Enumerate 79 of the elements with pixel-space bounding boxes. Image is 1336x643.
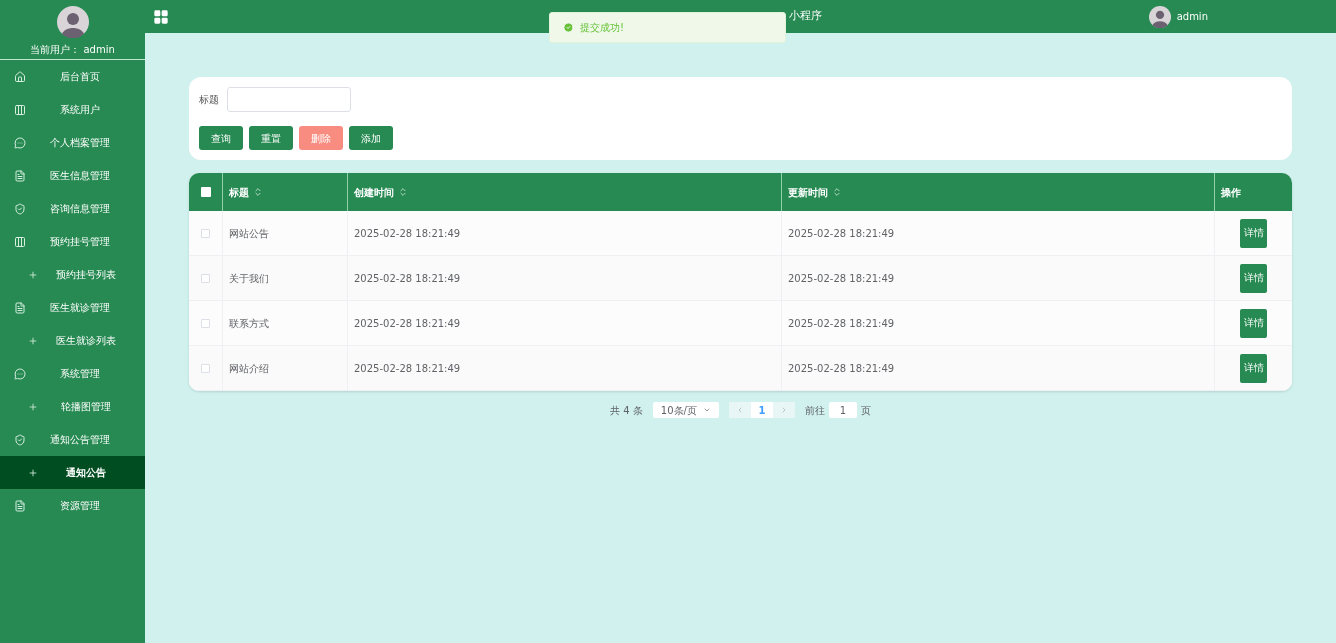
- row-checkbox[interactable]: [201, 318, 210, 328]
- sort-icon[interactable]: [253, 187, 263, 197]
- sort-icon[interactable]: [398, 187, 408, 197]
- table-cell-text: 网站公告: [229, 226, 269, 241]
- columns-icon: [14, 235, 26, 248]
- column-header: 创建时间: [354, 185, 394, 200]
- sidebar-item[interactable]: 医生信息管理: [0, 159, 145, 192]
- details-button[interactable]: 详情: [1240, 218, 1267, 248]
- shield-check-icon: [14, 433, 26, 446]
- row-checkbox[interactable]: [201, 273, 210, 283]
- shield-check-icon: [14, 202, 26, 215]
- current-user: 当前用户： admin: [30, 43, 115, 57]
- table-cell-text: 联系方式: [229, 316, 269, 331]
- toast-message: 提交成功!: [580, 21, 624, 35]
- plus-icon: [28, 401, 38, 412]
- sidebar-item[interactable]: 资源管理: [0, 489, 145, 522]
- table-cell-text: 2025-02-28 18:21:49: [354, 226, 461, 241]
- avatar: [56, 6, 89, 38]
- details-button[interactable]: 详情: [1240, 263, 1267, 293]
- total-count: 共 4 条: [610, 403, 643, 418]
- table-cell-text: 2025-02-28 18:21:49: [788, 361, 895, 376]
- select-all-checkbox[interactable]: [200, 187, 211, 197]
- sidebar-item[interactable]: 咨询信息管理: [0, 192, 145, 225]
- sidebar-item[interactable]: 医生就诊列表: [0, 324, 145, 357]
- row-checkbox[interactable]: [201, 228, 210, 238]
- document-icon: [14, 169, 26, 182]
- plus-icon: [28, 335, 38, 346]
- columns-icon: [14, 103, 26, 116]
- sidebar-item[interactable]: 通知公告管理: [0, 423, 145, 456]
- document-icon: [14, 301, 26, 314]
- goto-page-input[interactable]: 1: [828, 402, 857, 418]
- column-header: 操作: [1221, 185, 1241, 200]
- details-button[interactable]: 详情: [1240, 308, 1267, 338]
- dropdown-caret-icon: [702, 406, 711, 414]
- plus-icon: [28, 269, 38, 280]
- home-icon: [14, 70, 26, 83]
- chat-bubble-icon: [14, 367, 26, 380]
- column-header: 更新时间: [788, 185, 828, 200]
- sidebar-item[interactable]: 系统管理: [0, 357, 145, 390]
- document-icon: [14, 499, 26, 512]
- goto-label: 前往: [804, 403, 825, 418]
- table-cell-text: 2025-02-28 18:21:49: [354, 361, 461, 376]
- page-size-select[interactable]: 10条/页: [652, 402, 719, 418]
- table-cell-text: 2025-02-28 18:21:49: [354, 271, 461, 286]
- menu-icon[interactable]: [153, 8, 169, 25]
- table-cell-text: 2025-02-28 18:21:49: [788, 226, 895, 241]
- action-button[interactable]: 添加: [349, 126, 393, 150]
- table-cell-text: 网站介绍: [229, 361, 269, 376]
- row-checkbox[interactable]: [201, 363, 210, 373]
- sidebar-item[interactable]: 通知公告: [0, 456, 145, 489]
- page-number[interactable]: 1: [750, 402, 773, 418]
- table-cell-text: 2025-02-28 18:21:49: [354, 316, 461, 331]
- action-button[interactable]: 查询: [199, 126, 243, 150]
- field-label: 标题: [199, 93, 219, 107]
- sidebar-item[interactable]: 轮播图管理: [0, 390, 145, 423]
- title-input[interactable]: [227, 87, 351, 112]
- sidebar-item[interactable]: 系统用户: [0, 93, 145, 126]
- header-username: admin: [1176, 10, 1208, 24]
- action-button[interactable]: 重置: [249, 126, 293, 150]
- next-page-button[interactable]: [772, 402, 795, 418]
- plus-icon: [28, 467, 38, 478]
- column-header: 标题: [229, 185, 249, 200]
- sidebar-item[interactable]: 个人档案管理: [0, 126, 145, 159]
- sidebar-item[interactable]: 医生就诊管理: [0, 291, 145, 324]
- success-icon: [563, 22, 574, 33]
- delete-button[interactable]: 删除: [299, 126, 343, 150]
- sidebar-item[interactable]: 预约挂号管理: [0, 225, 145, 258]
- sidebar-item[interactable]: 预约挂号列表: [0, 258, 145, 291]
- page-suffix: 页: [860, 403, 871, 418]
- chat-bubble-icon: [14, 136, 26, 149]
- avatar: [1148, 5, 1171, 28]
- app-title: 小程序: [789, 8, 822, 25]
- table-cell-text: 2025-02-28 18:21:49: [788, 271, 895, 286]
- sidebar-item[interactable]: 后台首页: [0, 60, 145, 93]
- previous-page-button[interactable]: [728, 402, 751, 418]
- table-cell-text: 2025-02-28 18:21:49: [788, 316, 895, 331]
- table-cell-text: 关于我们: [229, 271, 269, 286]
- sort-icon[interactable]: [832, 187, 842, 197]
- details-button[interactable]: 详情: [1240, 353, 1267, 383]
